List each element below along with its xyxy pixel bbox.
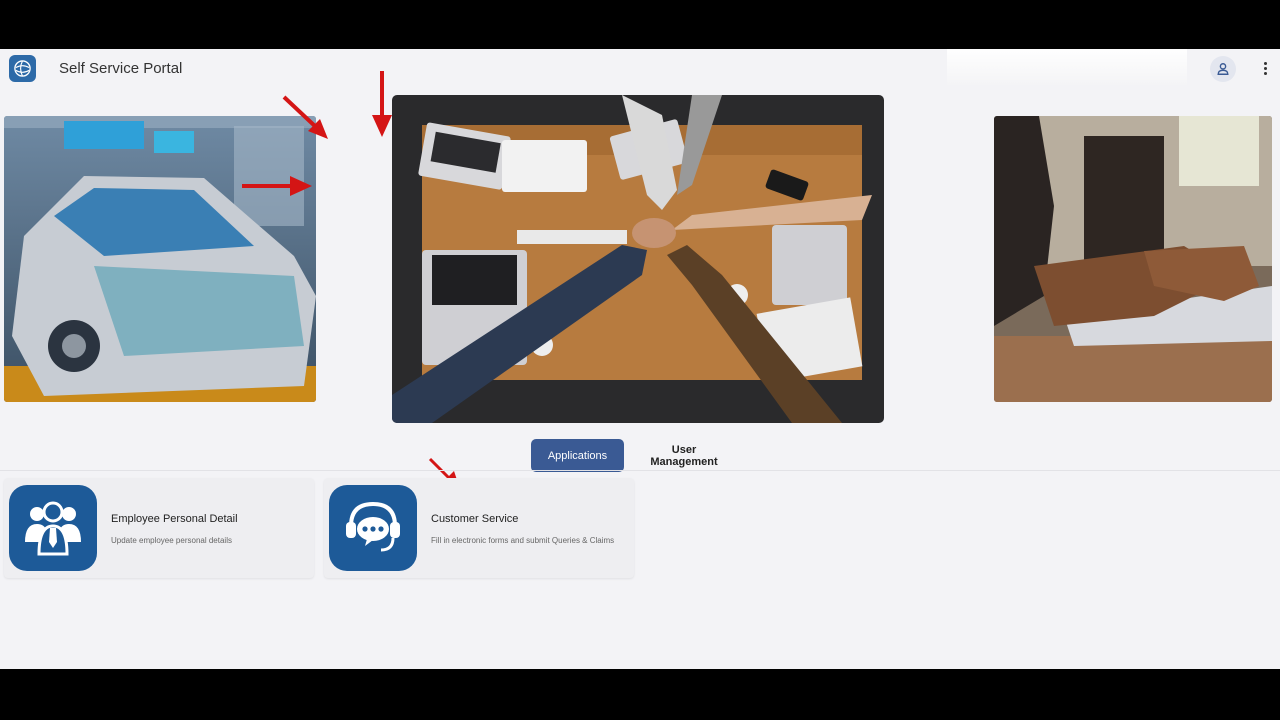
app-screen: Self Service Portal Applications User Ma… <box>0 49 1280 669</box>
tab-user-management[interactable]: User Management <box>632 439 736 472</box>
top-bar: Self Service Portal <box>0 49 1280 89</box>
app-card-customer-service[interactable]: Customer Service Fill in electronic form… <box>324 478 634 578</box>
tab-applications[interactable]: Applications <box>531 439 624 472</box>
annotation-arrow-icon <box>282 95 328 139</box>
card-description: Update employee personal details <box>111 536 232 545</box>
team-hands-image <box>392 95 884 423</box>
app-card-employee-personal-detail[interactable]: Employee Personal Detail Update employee… <box>4 478 314 578</box>
annotation-arrow-icon <box>242 176 312 196</box>
laptop-typing-image <box>994 116 1272 402</box>
tab-bar: Applications User Management <box>0 439 1280 472</box>
card-title: Employee Personal Detail <box>111 513 238 525</box>
user-icon[interactable] <box>1210 56 1236 82</box>
card-description: Fill in electronic forms and submit Quer… <box>431 536 615 545</box>
employee-group-icon <box>9 485 97 571</box>
blurred-region <box>947 49 1187 85</box>
car-factory-image <box>4 116 316 402</box>
kebab-menu-icon[interactable] <box>1257 57 1273 79</box>
divider <box>0 470 1280 471</box>
annotation-arrow-icon <box>372 71 392 137</box>
card-title: Customer Service <box>431 513 519 525</box>
support-chat-icon <box>329 485 417 571</box>
app-title: Self Service Portal <box>59 60 183 77</box>
globe-icon[interactable] <box>9 55 36 82</box>
